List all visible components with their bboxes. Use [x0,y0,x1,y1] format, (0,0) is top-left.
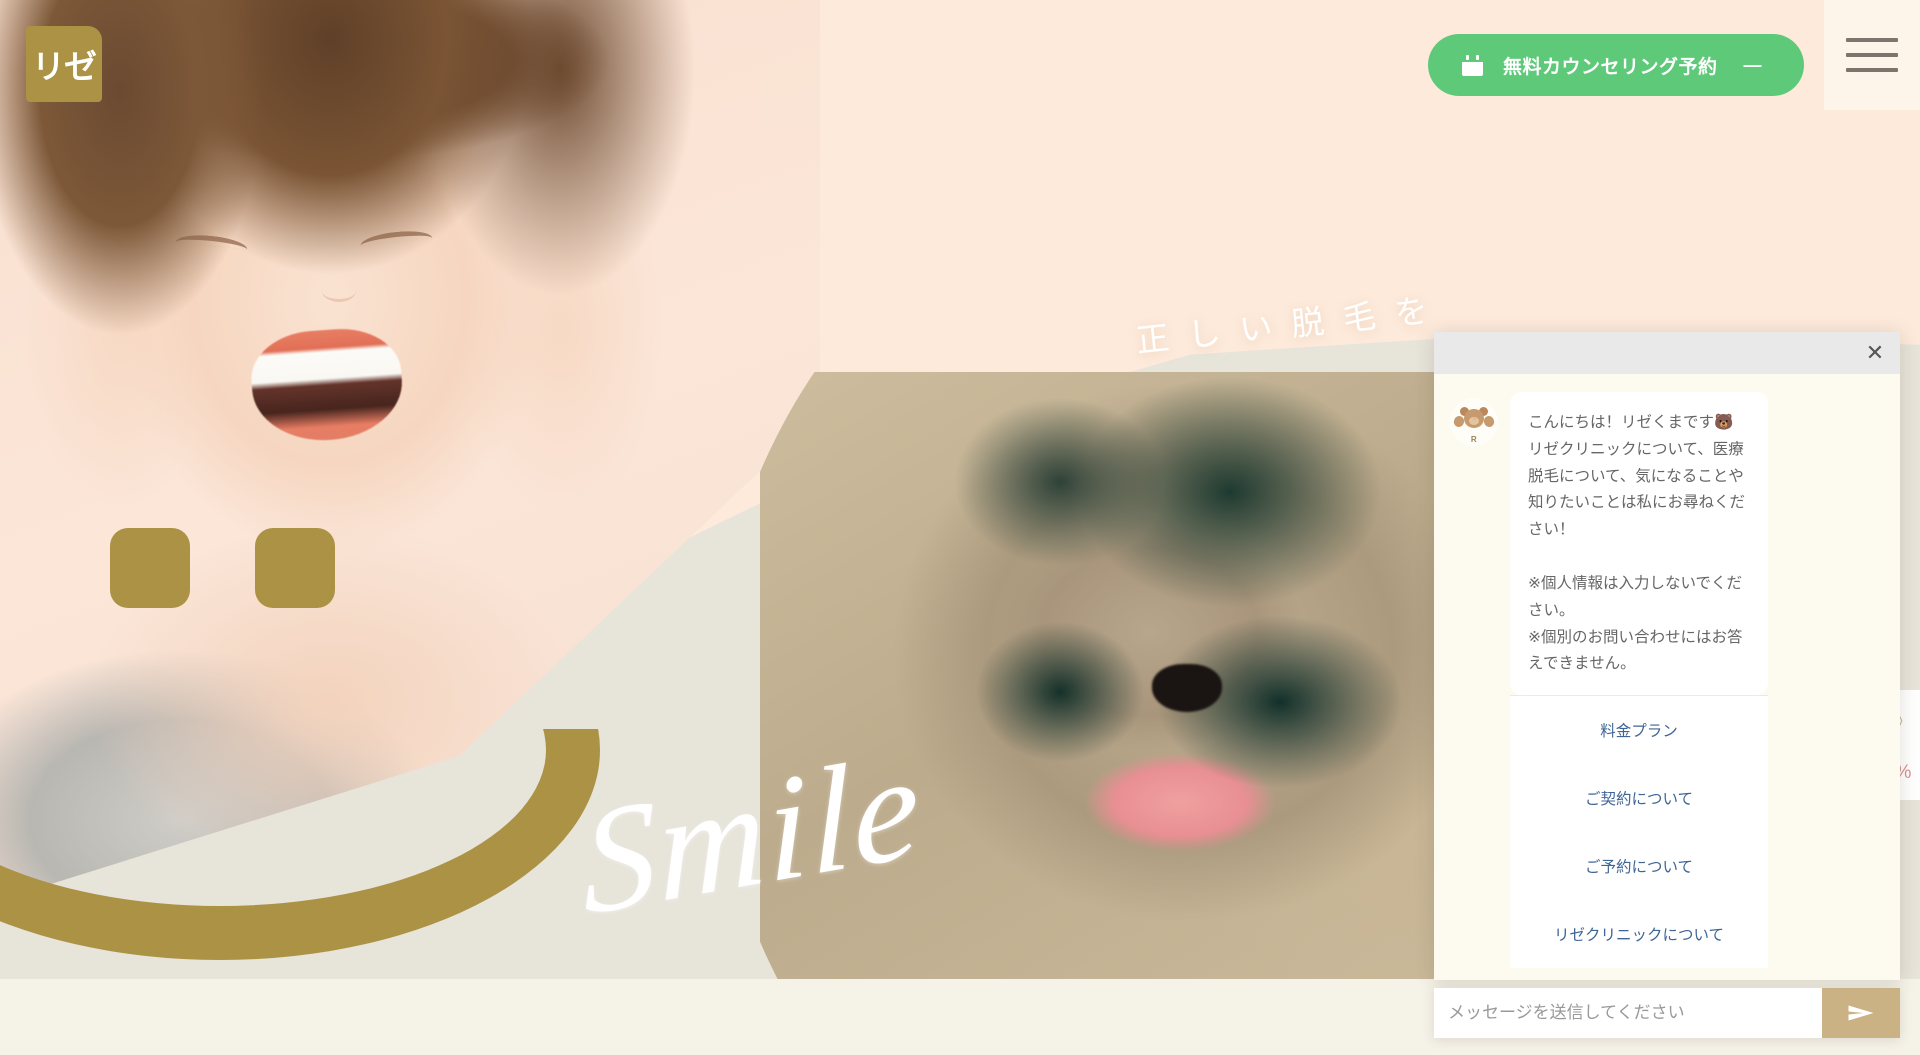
chat-bot-message: こんにちは！リゼくまです🐻 リゼクリニックについて、医療脱毛について、気になるこ… [1510,392,1768,696]
quick-reply-about-clinic[interactable]: リゼクリニックについて [1510,900,1768,968]
page-root: 正しい脱毛を Smile 》 % リゼ 無料カウンセリング予約 — ✕ R こん… [0,0,1920,1055]
hamburger-menu-icon[interactable] [1824,0,1920,110]
gold-square-decoration-1 [110,528,190,608]
dog-nose [1152,664,1222,712]
chat-header: ✕ [1434,332,1900,374]
hamburger-line-3 [1846,68,1898,72]
hamburger-line-2 [1846,53,1898,57]
chat-input-bar [1434,988,1900,1038]
chat-widget: ✕ R こんにちは！リゼくまです🐻 リゼクリニックについて、医療脱毛について、気… [1434,332,1900,980]
gold-square-decoration-2 [255,528,335,608]
quick-reply-reservation[interactable]: ご予約について [1510,832,1768,900]
quick-reply-contract[interactable]: ご契約について [1510,764,1768,832]
cta-label: 無料カウンセリング予約 [1502,56,1718,78]
site-header: リゼ 無料カウンセリング予約 — [0,0,1920,110]
woman-nose [322,280,356,302]
paper-plane-icon [1848,1005,1874,1021]
teddy-bear-icon [1452,405,1496,435]
close-icon[interactable]: ✕ [1862,340,1888,366]
quick-reply-pricing[interactable]: 料金プラン [1510,696,1768,764]
chat-quick-reply-list: 料金プラン ご契約について ご予約について リゼクリニックについて [1510,695,1768,969]
chat-message-row: R こんにちは！リゼくまです🐻 リゼクリニックについて、医療脱毛について、気にな… [1450,392,1882,696]
site-logo[interactable]: リゼ [26,26,102,102]
free-counseling-cta-button[interactable]: 無料カウンセリング予約 — [1427,34,1804,96]
calendar-icon [1461,54,1483,76]
chat-message-input[interactable] [1434,988,1822,1038]
send-message-button[interactable] [1822,988,1900,1038]
chat-message-list[interactable]: R こんにちは！リゼくまです🐻 リゼクリニックについて、医療脱毛について、気にな… [1434,374,1900,980]
avatar: R [1450,398,1498,446]
cta-arrow-dash: — [1743,54,1762,75]
hamburger-line-1 [1846,38,1898,42]
avatar-initial: R [1470,435,1478,444]
